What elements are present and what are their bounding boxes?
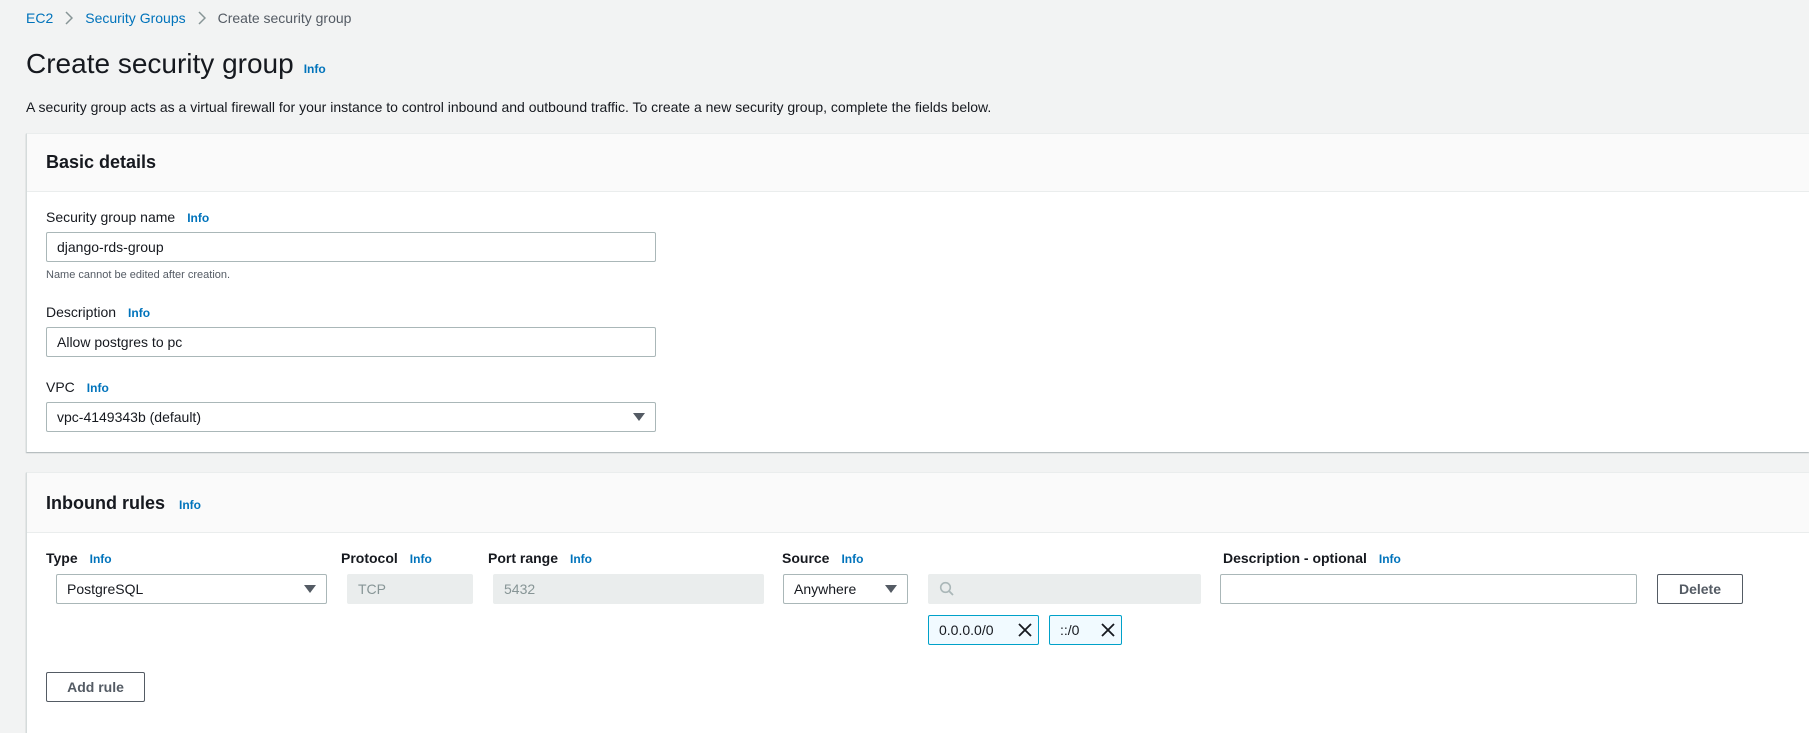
inbound-rules-title-row: Inbound rules Info — [46, 493, 201, 514]
rule-source-value: Anywhere — [794, 581, 857, 597]
caret-down-icon — [304, 585, 316, 593]
column-protocol-info-link[interactable]: Info — [410, 552, 432, 566]
breadcrumb-current: Create security group — [217, 10, 352, 26]
description-input[interactable]: Allow postgres to pc — [46, 327, 656, 357]
security-group-name-value: django-rds-group — [57, 239, 164, 255]
column-protocol: Protocol Info — [341, 550, 432, 566]
breadcrumb-link-ec2[interactable]: EC2 — [26, 10, 53, 26]
column-type-label: Type — [46, 550, 78, 566]
basic-details-header: Basic details — [27, 134, 1809, 192]
column-description: Description - optional Info — [1223, 550, 1401, 566]
security-group-name-label: Security group name — [46, 209, 176, 225]
description-value: Allow postgres to pc — [57, 334, 183, 350]
security-group-name-input[interactable]: django-rds-group — [46, 232, 656, 262]
column-port-range-info-link[interactable]: Info — [570, 552, 592, 566]
delete-rule-button[interactable]: Delete — [1657, 574, 1743, 604]
breadcrumb-link-security-groups[interactable]: Security Groups — [85, 10, 185, 26]
vpc-select[interactable]: vpc-4149343b (default) — [46, 402, 656, 432]
close-icon[interactable] — [1101, 623, 1115, 637]
cidr-token-ipv4-label: 0.0.0.0/0 — [939, 622, 994, 638]
rule-description-input[interactable] — [1220, 574, 1637, 604]
description-label: Description — [46, 304, 117, 320]
basic-details-title: Basic details — [46, 152, 157, 172]
vpc-label-row: VPC Info — [46, 379, 109, 395]
inbound-rules-panel: Inbound rules Info Type Info Protocol In… — [26, 472, 1809, 733]
rule-protocol-input: TCP — [347, 574, 473, 604]
close-icon[interactable] — [1018, 623, 1032, 637]
rule-protocol-value: TCP — [358, 581, 386, 597]
caret-down-icon — [633, 413, 645, 421]
rule-source-select[interactable]: Anywhere — [783, 574, 908, 604]
caret-down-icon — [885, 585, 897, 593]
column-port-range: Port range Info — [488, 550, 592, 566]
inbound-rules-info-link[interactable]: Info — [179, 498, 201, 512]
column-protocol-label: Protocol — [341, 550, 398, 566]
search-icon — [939, 581, 955, 597]
column-description-label: Description - optional — [1223, 550, 1367, 566]
vpc-label: VPC — [46, 379, 75, 395]
rule-port-range-input: 5432 — [493, 574, 764, 604]
column-type: Type Info — [46, 550, 112, 566]
column-port-range-label: Port range — [488, 550, 559, 566]
rule-port-range-value: 5432 — [504, 581, 536, 597]
column-source-info-link[interactable]: Info — [841, 552, 863, 566]
cidr-token-ipv6: ::/0 — [1049, 615, 1122, 645]
security-group-name-hint: Name cannot be edited after creation. — [46, 269, 231, 281]
vpc-value: vpc-4149343b (default) — [57, 409, 201, 425]
security-group-name-info-link[interactable]: Info — [187, 211, 209, 225]
rule-type-select[interactable]: PostgreSQL — [56, 574, 327, 604]
description-label-row: Description Info — [46, 304, 150, 320]
chevron-right-icon — [65, 11, 74, 25]
column-description-info-link[interactable]: Info — [1379, 552, 1401, 566]
column-source: Source Info — [782, 550, 863, 566]
basic-details-panel: Basic details Security group name Info d… — [26, 133, 1809, 452]
inbound-rules-header: Inbound rules Info — [27, 473, 1809, 533]
cidr-token-ipv4: 0.0.0.0/0 — [928, 615, 1039, 645]
page-title-row: Create security group Info — [26, 48, 326, 80]
cidr-token-ipv6-label: ::/0 — [1060, 622, 1080, 638]
add-rule-button[interactable]: Add rule — [46, 672, 145, 702]
rule-type-value: PostgreSQL — [67, 581, 144, 597]
cidr-search-input[interactable] — [928, 574, 1201, 604]
column-type-info-link[interactable]: Info — [90, 552, 112, 566]
page-description: A security group acts as a virtual firew… — [26, 99, 992, 115]
chevron-right-icon — [198, 11, 206, 25]
page-info-link[interactable]: Info — [304, 62, 326, 76]
page-title: Create security group — [26, 48, 294, 79]
inbound-rules-title: Inbound rules — [46, 493, 165, 513]
breadcrumb: EC2 Security Groups Create security grou… — [26, 8, 351, 28]
security-group-name-label-row: Security group name Info — [46, 209, 209, 225]
column-source-label: Source — [782, 550, 830, 566]
vpc-info-link[interactable]: Info — [87, 381, 109, 395]
description-info-link[interactable]: Info — [128, 306, 150, 320]
